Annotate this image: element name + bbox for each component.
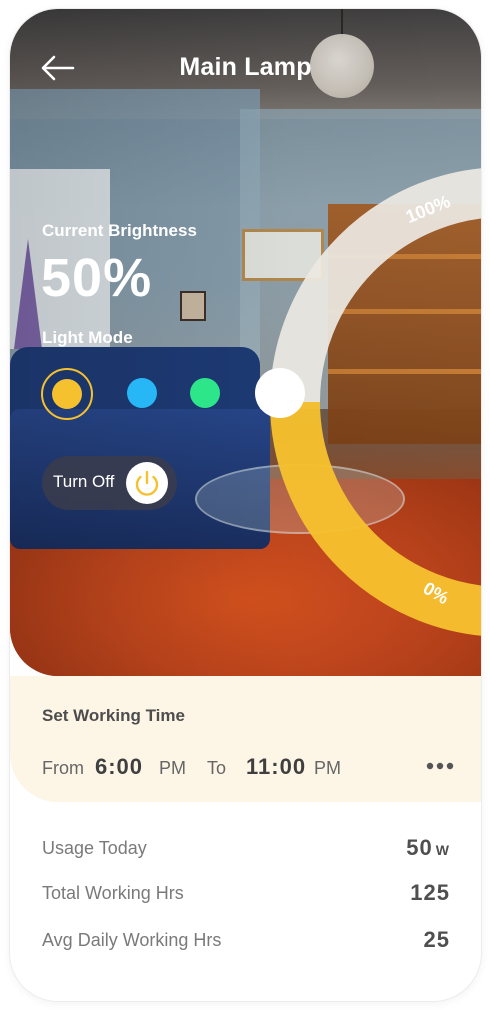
- brightness-value: 50%: [41, 248, 153, 308]
- stat-label: Total Working Hrs: [42, 883, 184, 903]
- warm-yellow-swatch: [52, 379, 82, 409]
- from-ampm[interactable]: PM: [159, 758, 186, 779]
- more-options-button[interactable]: [422, 756, 458, 780]
- working-time-title: Set Working Time: [42, 706, 185, 725]
- stat-value: 125: [410, 880, 450, 905]
- stat-unit: W: [435, 842, 450, 858]
- turn-off-button[interactable]: Turn Off: [42, 456, 177, 510]
- from-time[interactable]: 6:00: [95, 754, 143, 780]
- to-time[interactable]: 11:00: [246, 754, 306, 780]
- more-horizontal-icon: [426, 762, 454, 770]
- stat-label: Usage Today: [42, 838, 147, 858]
- to-label: To: [207, 758, 227, 778]
- stat-row-total-working-hrs: Total Working Hrs 125: [42, 880, 450, 909]
- dial-knob[interactable]: [255, 368, 305, 418]
- stat-value: 50 W: [406, 835, 450, 860]
- stat-value: 25: [423, 927, 450, 952]
- light-mode-option-warm-yellow[interactable]: [41, 368, 93, 420]
- from-label: From: [42, 758, 84, 778]
- to-ampm[interactable]: PM: [314, 758, 341, 779]
- light-mode-option-sky-blue[interactable]: [127, 378, 157, 408]
- brightness-label: Current Brightness: [42, 221, 197, 240]
- power-icon: [126, 462, 168, 504]
- light-mode-label: Light Mode: [42, 328, 133, 347]
- turn-off-label: Turn Off: [53, 472, 115, 491]
- light-mode-option-mint-green[interactable]: [190, 378, 220, 408]
- phone-frame: 100% 0% Main Lamp Current Brightness 50%…: [10, 9, 481, 1001]
- stat-row-usage-today: Usage Today 50 W: [42, 835, 450, 864]
- stat-label: Avg Daily Working Hrs: [42, 930, 222, 950]
- page-title: Main Lamp: [179, 53, 312, 81]
- working-time-card: Set Working Time From 6:00 PM To 11:00 P…: [10, 628, 481, 802]
- stat-row-avg-daily-working-hrs: Avg Daily Working Hrs 25: [42, 927, 450, 956]
- working-time-row: From 6:00 PM To 11:00 PM: [42, 754, 462, 782]
